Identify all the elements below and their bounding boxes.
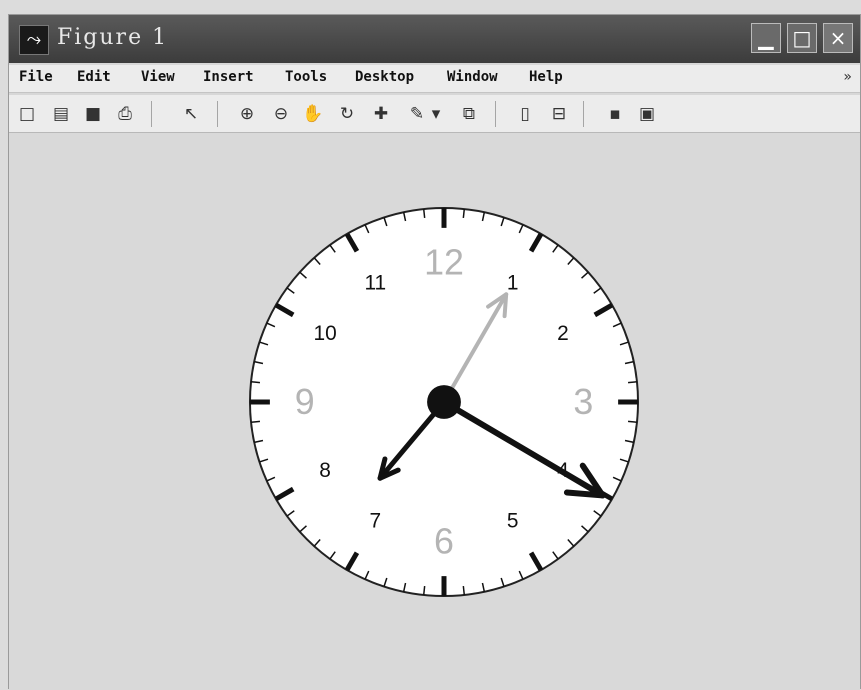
zoom-in-icon[interactable]: ⊕ [235, 102, 259, 126]
data-cursor-icon[interactable]: ✚ [369, 102, 393, 126]
hour-label-11: 11 [365, 272, 387, 295]
colorbar-icon[interactable]: ▯ [513, 102, 537, 126]
pointer-icon[interactable]: ↖ [179, 102, 203, 126]
menu-bar: File Edit View Insert Tools Desktop Wind… [9, 65, 860, 93]
hour-label-12: 12 [424, 243, 464, 283]
link-plot-icon[interactable]: ⧉ [457, 102, 481, 126]
hour-label-8: 8 [319, 459, 331, 482]
brush-icon[interactable]: ✎ [405, 102, 429, 126]
figure-toolbar: □ ▤ ■ ⎙ ↖ ⊕ ⊖ ✋ ↻ ✚ ✎ ▾ ⧉ ▯ ⊟ ▪ ▣ [9, 95, 860, 133]
menu-insert[interactable]: Insert [203, 69, 254, 85]
minor-tick [627, 420, 638, 424]
toolbar-separator [583, 101, 584, 127]
minor-tick [627, 380, 638, 384]
print-icon[interactable]: ⎙ [113, 102, 137, 126]
window-title: Figure 1 [57, 25, 169, 50]
figure-canvas[interactable]: 123456789101112 [9, 133, 860, 690]
minor-tick [422, 585, 426, 596]
legend-icon[interactable]: ⊟ [547, 102, 571, 126]
hour-label-5: 5 [507, 509, 519, 532]
matlab-app-icon: ⤳ [19, 25, 49, 55]
menu-view[interactable]: View [141, 69, 175, 85]
minor-tick [250, 420, 261, 424]
hour-label-6: 6 [434, 521, 454, 561]
menu-edit[interactable]: Edit [77, 69, 111, 85]
maximize-button[interactable]: □ [787, 23, 817, 53]
menu-tools[interactable]: Tools [285, 69, 327, 85]
minor-tick [250, 380, 261, 384]
minor-tick [422, 208, 426, 219]
menu-help[interactable]: Help [529, 69, 563, 85]
brush-dropdown-icon[interactable]: ▾ [429, 102, 443, 126]
menu-desktop[interactable]: Desktop [355, 69, 414, 85]
toolbar-separator [151, 101, 152, 127]
close-button[interactable]: × [823, 23, 853, 53]
new-figure-icon[interactable]: □ [15, 102, 39, 126]
toolbar-separator [217, 101, 218, 127]
figure-window: ⤳ Figure 1 ▁ □ × File Edit View Insert T… [8, 14, 861, 690]
hour-label-7: 7 [370, 509, 382, 532]
show-plot-tools-icon[interactable]: ▣ [635, 102, 659, 126]
hour-label-1: 1 [507, 272, 519, 295]
zoom-out-icon[interactable]: ⊖ [269, 102, 293, 126]
menu-window[interactable]: Window [447, 69, 498, 85]
toolbar-separator [495, 101, 496, 127]
menu-overflow-icon[interactable]: » [843, 69, 852, 85]
minimize-button[interactable]: ▁ [751, 23, 781, 53]
hide-plot-tools-icon[interactable]: ▪ [603, 102, 627, 126]
hour-label-3: 3 [573, 382, 593, 422]
clock-center-hub [427, 385, 461, 419]
hour-label-2: 2 [557, 322, 569, 345]
save-icon[interactable]: ■ [81, 102, 105, 126]
title-bar[interactable]: ⤳ Figure 1 ▁ □ × [9, 15, 860, 63]
rotate-3d-icon[interactable]: ↻ [335, 102, 359, 126]
pan-hand-icon[interactable]: ✋ [301, 102, 325, 126]
minor-tick [462, 208, 466, 219]
analog-clock: 123456789101112 [248, 206, 640, 598]
menu-file[interactable]: File [19, 69, 53, 85]
open-file-icon[interactable]: ▤ [49, 102, 73, 126]
minor-tick [462, 585, 466, 596]
hour-label-10: 10 [313, 322, 336, 345]
hour-label-9: 9 [295, 382, 315, 422]
